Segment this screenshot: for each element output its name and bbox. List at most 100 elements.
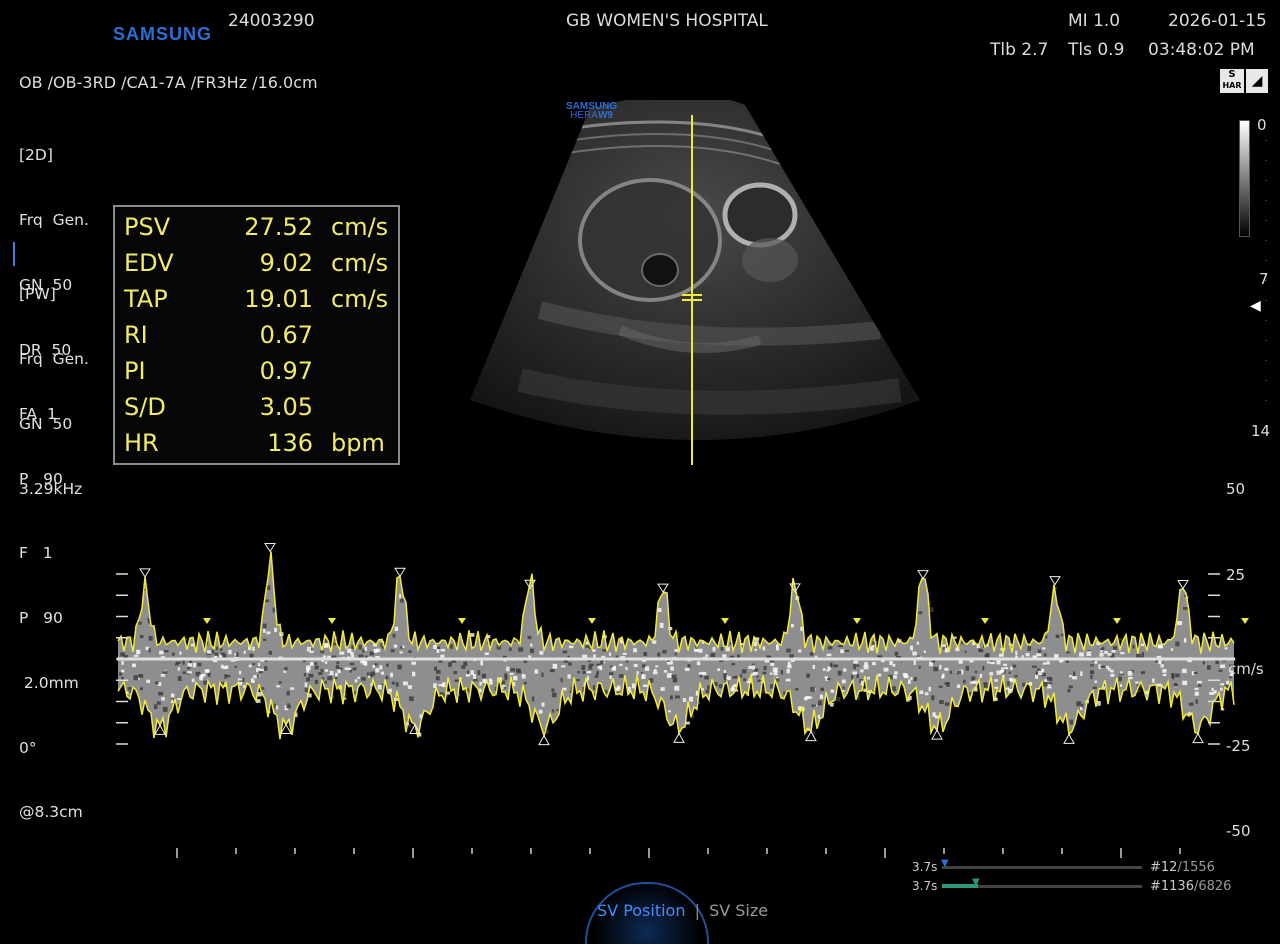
measurement-value: 9.02	[193, 249, 313, 277]
spectral-speckle	[539, 710, 543, 714]
spectral-speckle	[719, 684, 723, 688]
spectral-speckle	[798, 649, 801, 652]
spectral-speckle	[337, 669, 340, 673]
spectral-speckle	[119, 672, 122, 675]
spectral-speckle	[1036, 671, 1038, 675]
spectral-speckle	[919, 691, 923, 695]
spectral-speckle	[577, 671, 580, 673]
hera-w9-logo: SAMSUNG HERAW9	[566, 102, 617, 120]
spectral-speckle	[863, 689, 866, 692]
spectral-speckle	[818, 701, 822, 706]
cine-bar-2d[interactable]: 3.7s	[912, 860, 937, 874]
spectral-speckle	[643, 685, 648, 688]
measurement-results-panel: PSV 27.52 cm/s EDV 9.02 cm/s TAP 19.01 c…	[113, 205, 400, 465]
spectral-speckle	[686, 722, 690, 725]
measurement-unit: cm/s	[331, 213, 388, 241]
focus-marker-icon[interactable]: ◀	[1250, 298, 1261, 314]
spectral-speckle	[675, 649, 679, 652]
spectral-speckle	[1182, 669, 1187, 673]
spectral-speckle	[853, 664, 856, 669]
spectral-speckle	[568, 662, 572, 665]
spectral-speckle	[394, 645, 397, 648]
spectral-speckle	[820, 695, 823, 699]
spectral-speckle	[436, 676, 440, 680]
spectral-speckle	[965, 651, 967, 653]
spectral-speckle	[860, 669, 863, 672]
spectral-speckle	[193, 663, 196, 667]
cycle-marker	[1241, 618, 1249, 624]
spectral-speckle	[1136, 654, 1141, 657]
spectral-speckle	[376, 649, 381, 652]
spectral-speckle	[966, 666, 969, 671]
spectral-speckle	[1087, 651, 1092, 656]
spectral-speckle	[225, 666, 229, 669]
peak-systole-marker	[1050, 577, 1060, 585]
spectral-speckle	[252, 647, 254, 651]
spectral-speckle	[979, 649, 982, 652]
frame-total: /1556	[1177, 860, 1214, 875]
spectral-speckle	[1132, 645, 1134, 649]
spectral-speckle	[249, 665, 252, 668]
spectral-speckle	[595, 675, 599, 678]
spectral-speckle	[477, 670, 480, 675]
spectral-speckle	[1028, 646, 1031, 651]
spectral-speckle	[1215, 661, 1218, 665]
spectral-speckle	[386, 676, 389, 680]
spectral-speckle	[287, 703, 289, 705]
spectral-speckle	[657, 653, 660, 657]
spectral-speckle	[132, 664, 136, 668]
measurement-row-hr: HR 136 bpm	[115, 423, 398, 459]
spectral-speckle	[325, 681, 327, 684]
spectral-speckle	[244, 651, 246, 654]
measurement-unit: bpm	[331, 429, 385, 457]
spectral-speckle	[1135, 682, 1138, 684]
mechanical-index: MI 1.0	[1068, 11, 1120, 31]
spectral-speckle	[395, 627, 398, 631]
measurement-label: PI	[124, 357, 146, 385]
spectral-speckle	[1100, 666, 1105, 668]
spectral-speckle	[826, 669, 829, 671]
spectral-speckle	[140, 687, 143, 690]
sv-size-button[interactable]: SV Size	[709, 901, 768, 920]
spectral-speckle	[596, 671, 599, 675]
spectral-speckle	[1043, 662, 1047, 664]
spectral-speckle	[325, 661, 328, 663]
cine-marker-icon[interactable]: ▼	[972, 877, 980, 888]
spectral-speckle	[700, 675, 703, 677]
spectral-speckle	[774, 671, 778, 675]
spectral-speckle	[136, 650, 140, 655]
spectral-speckle	[263, 629, 265, 633]
spectral-speckle	[670, 667, 674, 671]
spectral-speckle	[562, 688, 566, 691]
spectral-speckle	[530, 649, 534, 653]
spectral-speckle	[437, 647, 440, 649]
spectral-speckle	[182, 660, 184, 665]
spectral-speckle	[929, 687, 931, 691]
spectral-speckle	[1226, 681, 1229, 684]
measurement-label: TAP	[124, 285, 168, 313]
spectral-speckle	[290, 687, 294, 689]
spectral-speckle	[310, 662, 314, 666]
spectral-speckle	[402, 646, 404, 648]
spectral-speckle	[372, 665, 375, 668]
spectral-speckle	[1141, 644, 1144, 647]
function-separator: |	[695, 901, 700, 920]
cine-bar-pw[interactable]: 3.7s	[912, 879, 937, 893]
spectral-speckle	[279, 681, 282, 683]
cine-marker-icon[interactable]: ▼	[941, 858, 949, 869]
cine-track-2d[interactable]	[942, 866, 1142, 869]
spectral-speckle	[1010, 678, 1014, 682]
spectral-speckle	[670, 695, 673, 699]
spectral-speckle	[1094, 661, 1097, 664]
spectral-speckle	[379, 665, 382, 669]
spectral-speckle	[1220, 683, 1224, 685]
spectral-speckle	[810, 652, 814, 656]
sv-position-button[interactable]: SV Position	[597, 901, 685, 920]
measurement-row-psv: PSV 27.52 cm/s	[115, 207, 398, 243]
spectral-speckle	[856, 674, 859, 678]
spectral-speckle	[702, 672, 706, 675]
spectral-speckle	[596, 664, 600, 666]
spectral-speckle	[238, 678, 243, 680]
peak-systole-marker	[1178, 581, 1188, 589]
spectral-speckle	[157, 702, 161, 705]
